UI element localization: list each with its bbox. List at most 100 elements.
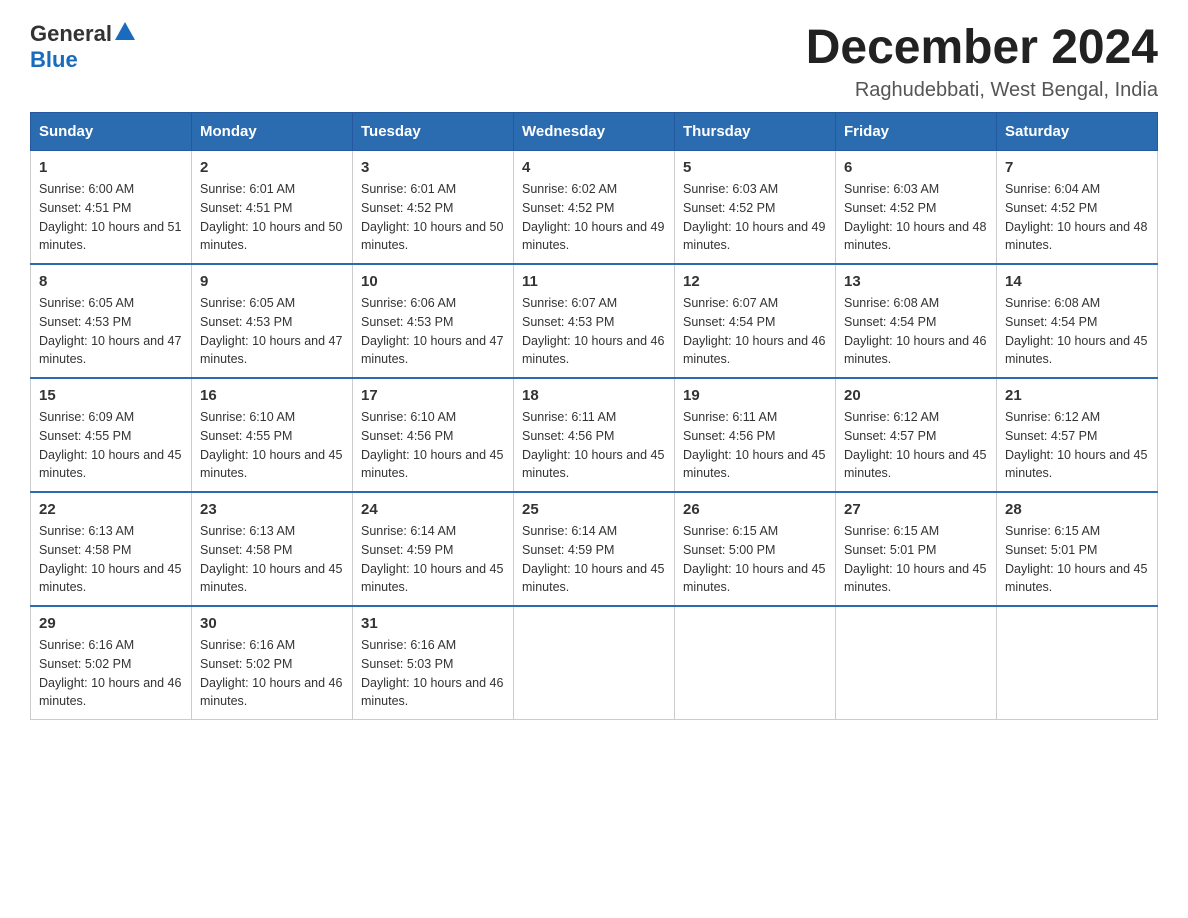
sunrise-label: Sunrise: 6:10 AM [361,410,456,424]
day-info: Sunrise: 6:11 AM Sunset: 4:56 PM Dayligh… [683,408,827,483]
day-number: 25 [522,501,666,518]
day-number: 31 [361,615,505,632]
sunset-label: Sunset: 4:53 PM [200,315,292,329]
daylight-label: Daylight: 10 hours and 46 minutes. [683,334,825,367]
day-info: Sunrise: 6:05 AM Sunset: 4:53 PM Dayligh… [200,294,344,369]
sunset-label: Sunset: 4:52 PM [683,201,775,215]
calendar-day-cell: 24 Sunrise: 6:14 AM Sunset: 4:59 PM Dayl… [353,492,514,606]
logo: General Blue [30,20,136,73]
calendar-day-cell: 5 Sunrise: 6:03 AM Sunset: 4:52 PM Dayli… [675,151,836,265]
sunrise-label: Sunrise: 6:03 AM [844,182,939,196]
day-number: 23 [200,501,344,518]
sunset-label: Sunset: 4:54 PM [683,315,775,329]
calendar-day-cell: 21 Sunrise: 6:12 AM Sunset: 4:57 PM Dayl… [997,378,1158,492]
header-friday: Friday [836,113,997,151]
day-info: Sunrise: 6:16 AM Sunset: 5:02 PM Dayligh… [200,636,344,711]
calendar-day-cell: 10 Sunrise: 6:06 AM Sunset: 4:53 PM Dayl… [353,264,514,378]
daylight-label: Daylight: 10 hours and 46 minutes. [361,676,503,709]
sunset-label: Sunset: 4:57 PM [1005,429,1097,443]
daylight-label: Daylight: 10 hours and 46 minutes. [200,676,342,709]
sunrise-label: Sunrise: 6:12 AM [1005,410,1100,424]
location-title: Raghudebbati, West Bengal, India [806,79,1158,102]
calendar-day-cell: 23 Sunrise: 6:13 AM Sunset: 4:58 PM Dayl… [192,492,353,606]
calendar-day-cell: 30 Sunrise: 6:16 AM Sunset: 5:02 PM Dayl… [192,606,353,720]
logo-triangle-icon [114,20,136,42]
calendar-day-cell: 20 Sunrise: 6:12 AM Sunset: 4:57 PM Dayl… [836,378,997,492]
calendar-day-cell [675,606,836,720]
sunrise-label: Sunrise: 6:16 AM [39,638,134,652]
day-number: 12 [683,273,827,290]
sunset-label: Sunset: 5:03 PM [361,657,453,671]
day-info: Sunrise: 6:10 AM Sunset: 4:55 PM Dayligh… [200,408,344,483]
day-info: Sunrise: 6:05 AM Sunset: 4:53 PM Dayligh… [39,294,183,369]
sunrise-label: Sunrise: 6:16 AM [361,638,456,652]
sunset-label: Sunset: 4:52 PM [522,201,614,215]
calendar-day-cell: 11 Sunrise: 6:07 AM Sunset: 4:53 PM Dayl… [514,264,675,378]
logo-general-text: General [30,21,112,47]
day-info: Sunrise: 6:03 AM Sunset: 4:52 PM Dayligh… [844,180,988,255]
calendar-body: 1 Sunrise: 6:00 AM Sunset: 4:51 PM Dayli… [31,151,1158,720]
day-info: Sunrise: 6:07 AM Sunset: 4:54 PM Dayligh… [683,294,827,369]
sunrise-label: Sunrise: 6:03 AM [683,182,778,196]
sunrise-label: Sunrise: 6:06 AM [361,296,456,310]
calendar-day-cell: 26 Sunrise: 6:15 AM Sunset: 5:00 PM Dayl… [675,492,836,606]
sunrise-label: Sunrise: 6:05 AM [39,296,134,310]
sunrise-label: Sunrise: 6:11 AM [683,410,777,424]
daylight-label: Daylight: 10 hours and 48 minutes. [1005,220,1147,253]
day-number: 20 [844,387,988,404]
day-info: Sunrise: 6:08 AM Sunset: 4:54 PM Dayligh… [1005,294,1149,369]
day-info: Sunrise: 6:02 AM Sunset: 4:52 PM Dayligh… [522,180,666,255]
calendar-day-cell: 8 Sunrise: 6:05 AM Sunset: 4:53 PM Dayli… [31,264,192,378]
header-thursday: Thursday [675,113,836,151]
header-saturday: Saturday [997,113,1158,151]
sunset-label: Sunset: 4:56 PM [522,429,614,443]
day-info: Sunrise: 6:16 AM Sunset: 5:02 PM Dayligh… [39,636,183,711]
daylight-label: Daylight: 10 hours and 50 minutes. [200,220,342,253]
sunrise-label: Sunrise: 6:08 AM [844,296,939,310]
sunset-label: Sunset: 4:53 PM [39,315,131,329]
daylight-label: Daylight: 10 hours and 45 minutes. [683,562,825,595]
calendar-week-row: 15 Sunrise: 6:09 AM Sunset: 4:55 PM Dayl… [31,378,1158,492]
day-info: Sunrise: 6:00 AM Sunset: 4:51 PM Dayligh… [39,180,183,255]
sunrise-label: Sunrise: 6:02 AM [522,182,617,196]
calendar-week-row: 29 Sunrise: 6:16 AM Sunset: 5:02 PM Dayl… [31,606,1158,720]
day-number: 5 [683,159,827,176]
calendar-day-cell: 22 Sunrise: 6:13 AM Sunset: 4:58 PM Dayl… [31,492,192,606]
sunset-label: Sunset: 4:59 PM [361,543,453,557]
daylight-label: Daylight: 10 hours and 45 minutes. [200,448,342,481]
calendar-day-cell: 19 Sunrise: 6:11 AM Sunset: 4:56 PM Dayl… [675,378,836,492]
sunset-label: Sunset: 4:57 PM [844,429,936,443]
sunrise-label: Sunrise: 6:09 AM [39,410,134,424]
sunrise-label: Sunrise: 6:15 AM [1005,524,1100,538]
day-info: Sunrise: 6:13 AM Sunset: 4:58 PM Dayligh… [200,522,344,597]
header-wednesday: Wednesday [514,113,675,151]
day-info: Sunrise: 6:01 AM Sunset: 4:51 PM Dayligh… [200,180,344,255]
day-info: Sunrise: 6:04 AM Sunset: 4:52 PM Dayligh… [1005,180,1149,255]
sunset-label: Sunset: 4:52 PM [1005,201,1097,215]
sunset-label: Sunset: 4:55 PM [39,429,131,443]
calendar-day-cell: 1 Sunrise: 6:00 AM Sunset: 4:51 PM Dayli… [31,151,192,265]
sunset-label: Sunset: 5:01 PM [844,543,936,557]
sunset-label: Sunset: 4:53 PM [522,315,614,329]
day-number: 30 [200,615,344,632]
daylight-label: Daylight: 10 hours and 45 minutes. [1005,334,1147,367]
day-info: Sunrise: 6:15 AM Sunset: 5:01 PM Dayligh… [1005,522,1149,597]
daylight-label: Daylight: 10 hours and 45 minutes. [361,562,503,595]
calendar-day-cell: 28 Sunrise: 6:15 AM Sunset: 5:01 PM Dayl… [997,492,1158,606]
day-number: 3 [361,159,505,176]
daylight-label: Daylight: 10 hours and 45 minutes. [1005,448,1147,481]
sunrise-label: Sunrise: 6:01 AM [361,182,456,196]
daylight-label: Daylight: 10 hours and 47 minutes. [361,334,503,367]
day-number: 6 [844,159,988,176]
day-info: Sunrise: 6:13 AM Sunset: 4:58 PM Dayligh… [39,522,183,597]
day-number: 4 [522,159,666,176]
daylight-label: Daylight: 10 hours and 45 minutes. [361,448,503,481]
calendar-day-cell: 7 Sunrise: 6:04 AM Sunset: 4:52 PM Dayli… [997,151,1158,265]
day-info: Sunrise: 6:16 AM Sunset: 5:03 PM Dayligh… [361,636,505,711]
sunset-label: Sunset: 5:02 PM [200,657,292,671]
calendar-day-cell: 3 Sunrise: 6:01 AM Sunset: 4:52 PM Dayli… [353,151,514,265]
day-number: 2 [200,159,344,176]
daylight-label: Daylight: 10 hours and 45 minutes. [844,448,986,481]
daylight-label: Daylight: 10 hours and 45 minutes. [39,448,181,481]
calendar-day-cell: 2 Sunrise: 6:01 AM Sunset: 4:51 PM Dayli… [192,151,353,265]
